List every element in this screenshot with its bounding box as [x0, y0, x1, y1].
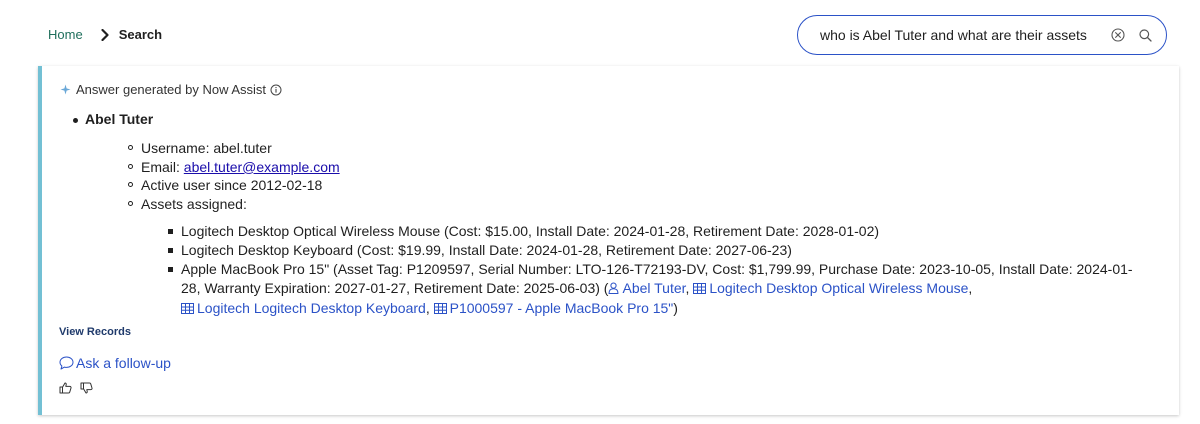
assets-label-item: Assets assigned:: [128, 195, 340, 214]
active-since-text: Active user since 2012-02-18: [141, 177, 323, 194]
thumbs-down-icon[interactable]: [80, 382, 93, 394]
chat-bubble-icon: [59, 356, 74, 370]
breadcrumb-home-link[interactable]: Home: [48, 27, 83, 42]
reference-label: Logitech Desktop Optical Wireless Mouse: [709, 280, 969, 296]
chevron-right-icon: [101, 28, 109, 41]
search-icon[interactable]: [1139, 28, 1152, 42]
email-link[interactable]: abel.tuter@example.com: [184, 159, 340, 175]
clear-circle-icon[interactable]: [1111, 28, 1125, 42]
reference-separator: ,: [425, 300, 434, 316]
reference-label: Abel Tuter: [622, 280, 686, 296]
person-details-list: Username: abel.tuter Email: abel.tuter@e…: [128, 139, 340, 214]
bullet-circle-icon: [128, 201, 133, 207]
email-label: Email:: [141, 158, 184, 175]
username-value: abel.tuter: [213, 140, 272, 156]
answer-panel: Answer generated by Now Assist Abel Tute…: [38, 66, 1179, 415]
assets-label: Assets assigned:: [141, 196, 247, 213]
answer-header: Answer generated by Now Assist: [60, 82, 282, 97]
reference-label: P1000597 - Apple MacBook Pro 15": [449, 300, 674, 316]
person-name: Abel Tuter: [85, 111, 154, 127]
asset-text: Logitech Desktop Keyboard (Cost: $19.99,…: [181, 242, 792, 258]
bullet-circle-icon: [128, 145, 133, 150]
table-icon: [433, 300, 447, 319]
asset-list: Logitech Desktop Optical Wireless Mouse …: [168, 222, 1138, 319]
bullet-disc-icon: [73, 118, 78, 123]
follow-up-label: Ask a follow-up: [76, 355, 171, 371]
reference-link-macbook[interactable]: P1000597 - Apple MacBook Pro 15": [433, 300, 674, 319]
reference-link-keyboard[interactable]: Logitech Logitech Desktop Keyboard: [181, 300, 426, 316]
breadcrumb-current: Search: [118, 27, 163, 42]
reference-link-user[interactable]: Abel Tuter: [608, 280, 686, 299]
username-item: Username: abel.tuter: [128, 139, 340, 158]
search-input[interactable]: [820, 27, 1103, 43]
view-records-link[interactable]: View Records: [59, 326, 131, 338]
bullet-square-icon: [168, 229, 173, 234]
person-list-item: Abel Tuter: [73, 111, 154, 127]
feedback-group: [59, 382, 93, 394]
active-since-item: Active user since 2012-02-18: [128, 176, 340, 195]
search-box: [797, 15, 1167, 55]
user-icon: [608, 280, 619, 299]
reference-close: ): [673, 300, 678, 316]
breadcrumb: Home Search: [48, 27, 162, 42]
bullet-circle-icon: [128, 182, 133, 188]
email-item: Email: abel.tuter@example.com: [128, 158, 340, 177]
asset-item: Logitech Desktop Optical Wireless Mouse …: [168, 222, 1138, 241]
info-icon[interactable]: [270, 84, 282, 96]
asset-item: Logitech Desktop Keyboard (Cost: $19.99,…: [168, 241, 1138, 260]
thumbs-up-icon[interactable]: [59, 382, 72, 394]
bullet-square-icon: [168, 267, 173, 272]
asset-item: Apple MacBook Pro 15" (Asset Tag: P12095…: [168, 260, 1138, 319]
table-icon: [181, 300, 194, 319]
reference-link-mouse[interactable]: Logitech Desktop Optical Wireless Mouse: [693, 280, 968, 296]
reference-separator: ,: [968, 280, 973, 296]
asset-text: Logitech Desktop Optical Wireless Mouse …: [181, 223, 880, 239]
reference-label: Logitech Logitech Desktop Keyboard: [197, 300, 426, 316]
bullet-circle-icon: [128, 163, 133, 169]
bullet-square-icon: [168, 248, 173, 253]
answer-header-text: Answer generated by Now Assist: [76, 82, 267, 97]
table-icon: [693, 280, 707, 299]
sparkle-icon: [60, 84, 71, 95]
ask-follow-up-button[interactable]: Ask a follow-up: [59, 355, 171, 371]
username-label: Username:: [141, 140, 214, 156]
